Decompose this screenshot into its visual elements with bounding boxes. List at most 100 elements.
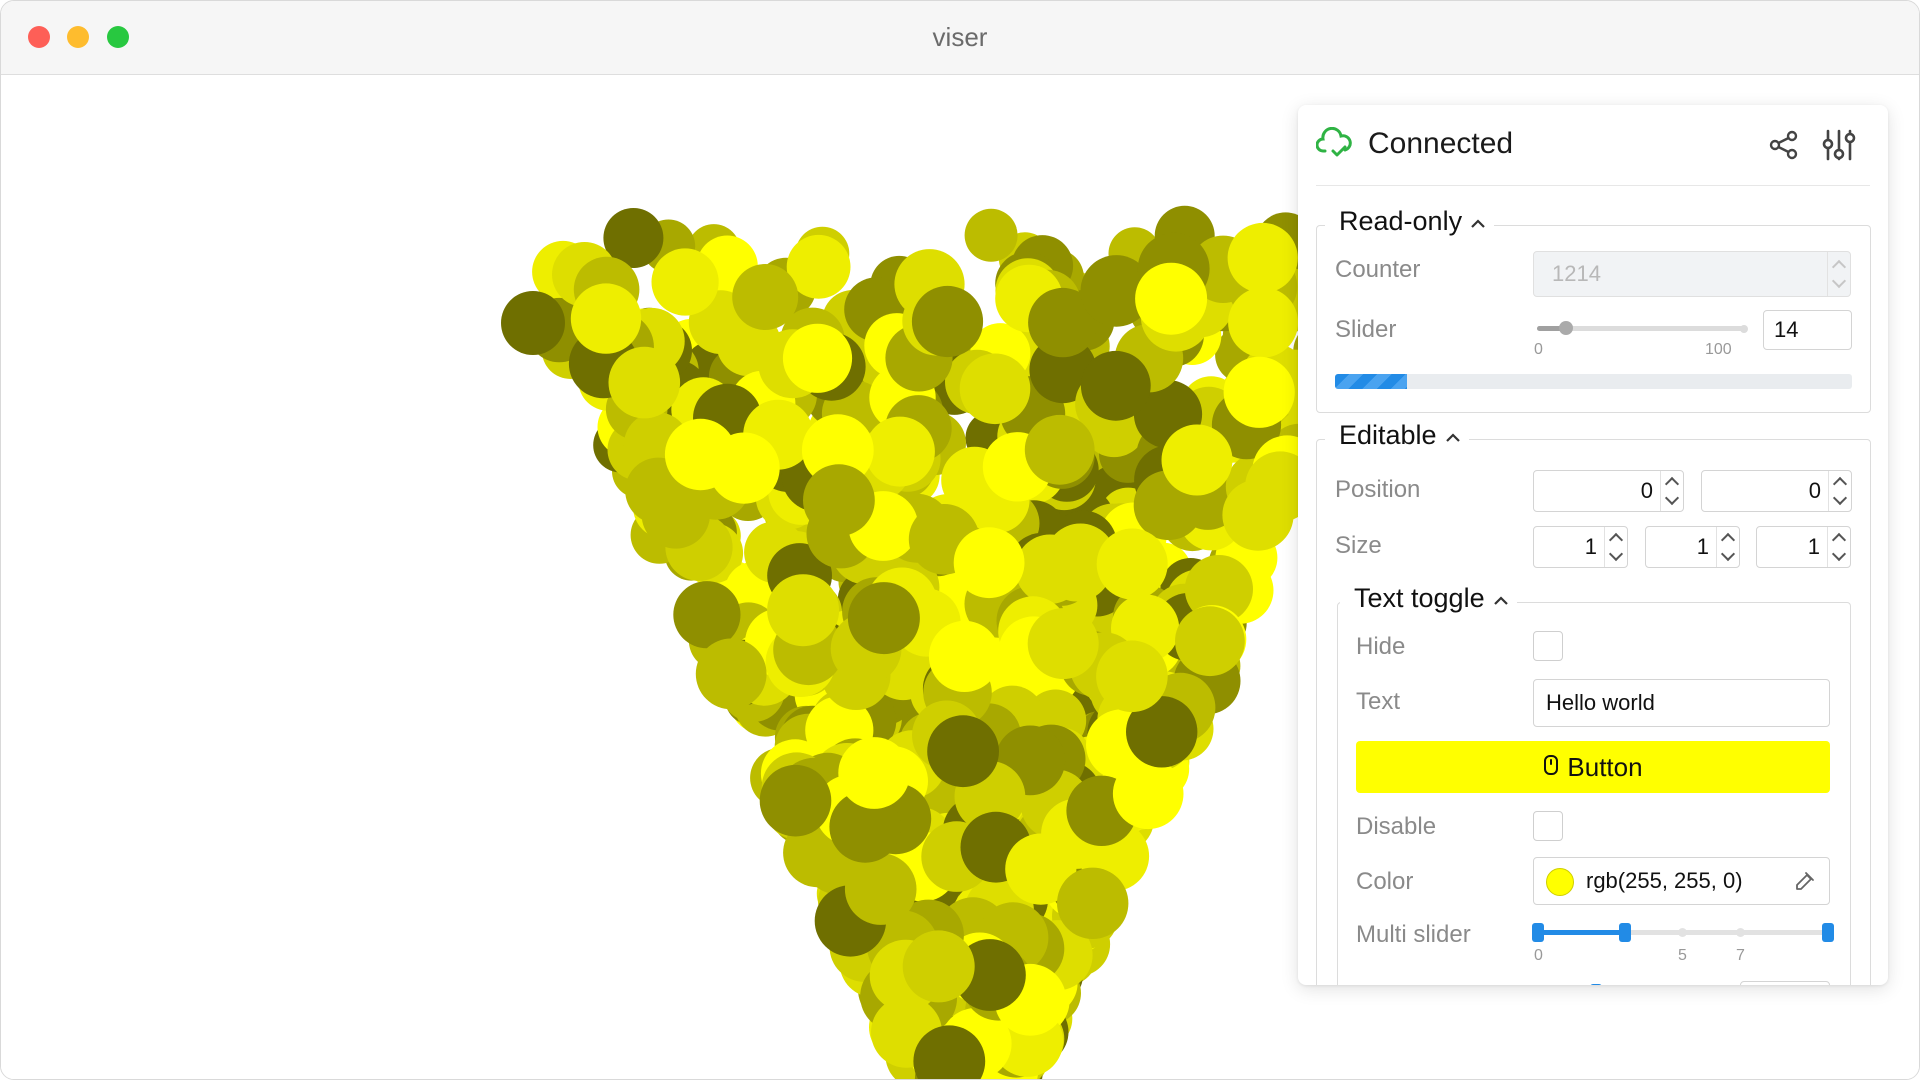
main-button[interactable]: Button (1356, 741, 1830, 793)
point (803, 464, 875, 537)
size-z-input[interactable]: 1 (1756, 526, 1851, 568)
share-icon[interactable] (1768, 129, 1800, 166)
adjustments-icon[interactable] (1821, 127, 1857, 168)
text-toggle-title: Text toggle (1354, 583, 1485, 613)
color-label: Color (1356, 868, 1414, 895)
editable-title: Editable (1339, 420, 1437, 450)
multi-slider-thumb-2[interactable] (1822, 923, 1834, 942)
point (1024, 414, 1095, 485)
point (1135, 262, 1208, 335)
text-toggle-toggle[interactable]: Text toggle (1340, 583, 1517, 614)
slider-min-label: 0 (1534, 341, 1543, 358)
point (1175, 606, 1245, 677)
point (782, 323, 853, 393)
size-y-input[interactable]: 1 (1645, 526, 1740, 568)
point (673, 581, 741, 649)
chevron-up-icon (1493, 583, 1509, 614)
title-bar: viser (1, 1, 1919, 75)
read-only-title: Read-only (1339, 206, 1463, 236)
size-x-input[interactable]: 1 (1533, 526, 1628, 568)
point (1096, 640, 1168, 713)
read-only-section: Read-only Counter 1214 Slider 0 100 14 (1316, 206, 1871, 413)
point (838, 737, 911, 809)
editable-section: Editable Position 0 0 Size 1 1 1 Text to… (1316, 420, 1871, 985)
text-label: Text (1356, 688, 1401, 715)
multi-slider-thumb-1[interactable] (1619, 923, 1631, 942)
point (1080, 350, 1151, 421)
size-x-value: 1 (1584, 534, 1597, 559)
color-swatch (1546, 868, 1574, 896)
control-panel: Connected Read-only Counter 1214 Slider … (1298, 105, 1888, 985)
multi-slider-label: Multi slider (1356, 921, 1471, 948)
disable-label: Disable (1356, 813, 1437, 840)
point (664, 418, 737, 491)
point (759, 764, 832, 837)
color-input[interactable]: rgb(255, 255, 0) (1533, 857, 1830, 905)
eyedropper-icon[interactable] (1793, 869, 1817, 899)
chevron-up-icon[interactable] (1608, 532, 1624, 548)
chevron-down-icon (1831, 273, 1847, 289)
size-y-stepper[interactable] (1716, 527, 1739, 567)
point (1057, 867, 1129, 939)
disable-checkbox[interactable] (1533, 811, 1563, 841)
panel-header: Connected (1315, 105, 1870, 186)
point (847, 582, 920, 655)
slider-value: 14 (1774, 317, 1799, 342)
chevron-down-icon[interactable] (1608, 546, 1624, 562)
point (501, 291, 565, 355)
point (1096, 528, 1168, 600)
multi-slider-mark-7 (1736, 928, 1745, 937)
point (928, 620, 1001, 693)
text-input[interactable]: Hello world (1533, 679, 1830, 727)
next-slider-thumb[interactable] (1590, 984, 1602, 985)
multi-slider-thumb-0[interactable] (1532, 923, 1544, 942)
slider-label: Slider (1335, 316, 1397, 343)
slider-max-label: 100 (1705, 341, 1732, 358)
point (1027, 608, 1099, 680)
chevron-down-icon[interactable] (1832, 490, 1848, 506)
chevron-down-icon[interactable] (1831, 546, 1847, 562)
point (964, 208, 1018, 262)
position-y-stepper[interactable] (1828, 471, 1851, 511)
window-title: viser (932, 22, 988, 52)
multi-slider-tick-0: 0 (1534, 947, 1543, 964)
point (864, 416, 935, 487)
chevron-down-icon[interactable] (1664, 490, 1680, 506)
position-x-stepper[interactable] (1660, 471, 1683, 511)
position-y-input[interactable]: 0 (1701, 470, 1852, 512)
next-value-input[interactable] (1740, 981, 1830, 985)
counter-label: Counter (1335, 256, 1421, 283)
chevron-up-icon (1470, 206, 1486, 237)
point (844, 853, 917, 925)
point (959, 353, 1031, 425)
progress-bar (1335, 374, 1852, 389)
chevron-up-icon[interactable] (1831, 532, 1847, 548)
slider-value-input[interactable]: 14 (1763, 310, 1852, 350)
chevron-up-icon[interactable] (1720, 532, 1736, 548)
multi-slider-tick-5: 5 (1678, 947, 1687, 964)
hide-checkbox[interactable] (1533, 631, 1563, 661)
chevron-up-icon[interactable] (1664, 476, 1680, 492)
size-z-stepper[interactable] (1827, 527, 1850, 567)
app-window: viser Connected Read-only Counter 1214 S… (0, 0, 1920, 1080)
read-only-toggle[interactable]: Read-only (1325, 206, 1495, 237)
chevron-up-icon[interactable] (1832, 476, 1848, 492)
multi-slider-track[interactable] (1532, 923, 1834, 942)
size-x-stepper[interactable] (1604, 527, 1627, 567)
text-input-value: Hello world (1546, 690, 1655, 715)
point (732, 264, 799, 330)
point (911, 285, 984, 358)
counter-value: 1214 (1552, 261, 1601, 286)
point (1227, 222, 1298, 294)
slider-track[interactable] (1537, 321, 1748, 335)
slider-thumb[interactable] (1559, 321, 1574, 335)
editable-toggle[interactable]: Editable (1325, 420, 1469, 451)
point (1222, 479, 1294, 551)
position-label: Position (1335, 476, 1421, 503)
cloud-check-icon (1315, 126, 1352, 164)
counter-stepper (1827, 252, 1850, 296)
point (927, 715, 999, 788)
chevron-down-icon[interactable] (1720, 546, 1736, 562)
point (651, 248, 719, 316)
position-x-input[interactable]: 0 (1533, 470, 1684, 512)
